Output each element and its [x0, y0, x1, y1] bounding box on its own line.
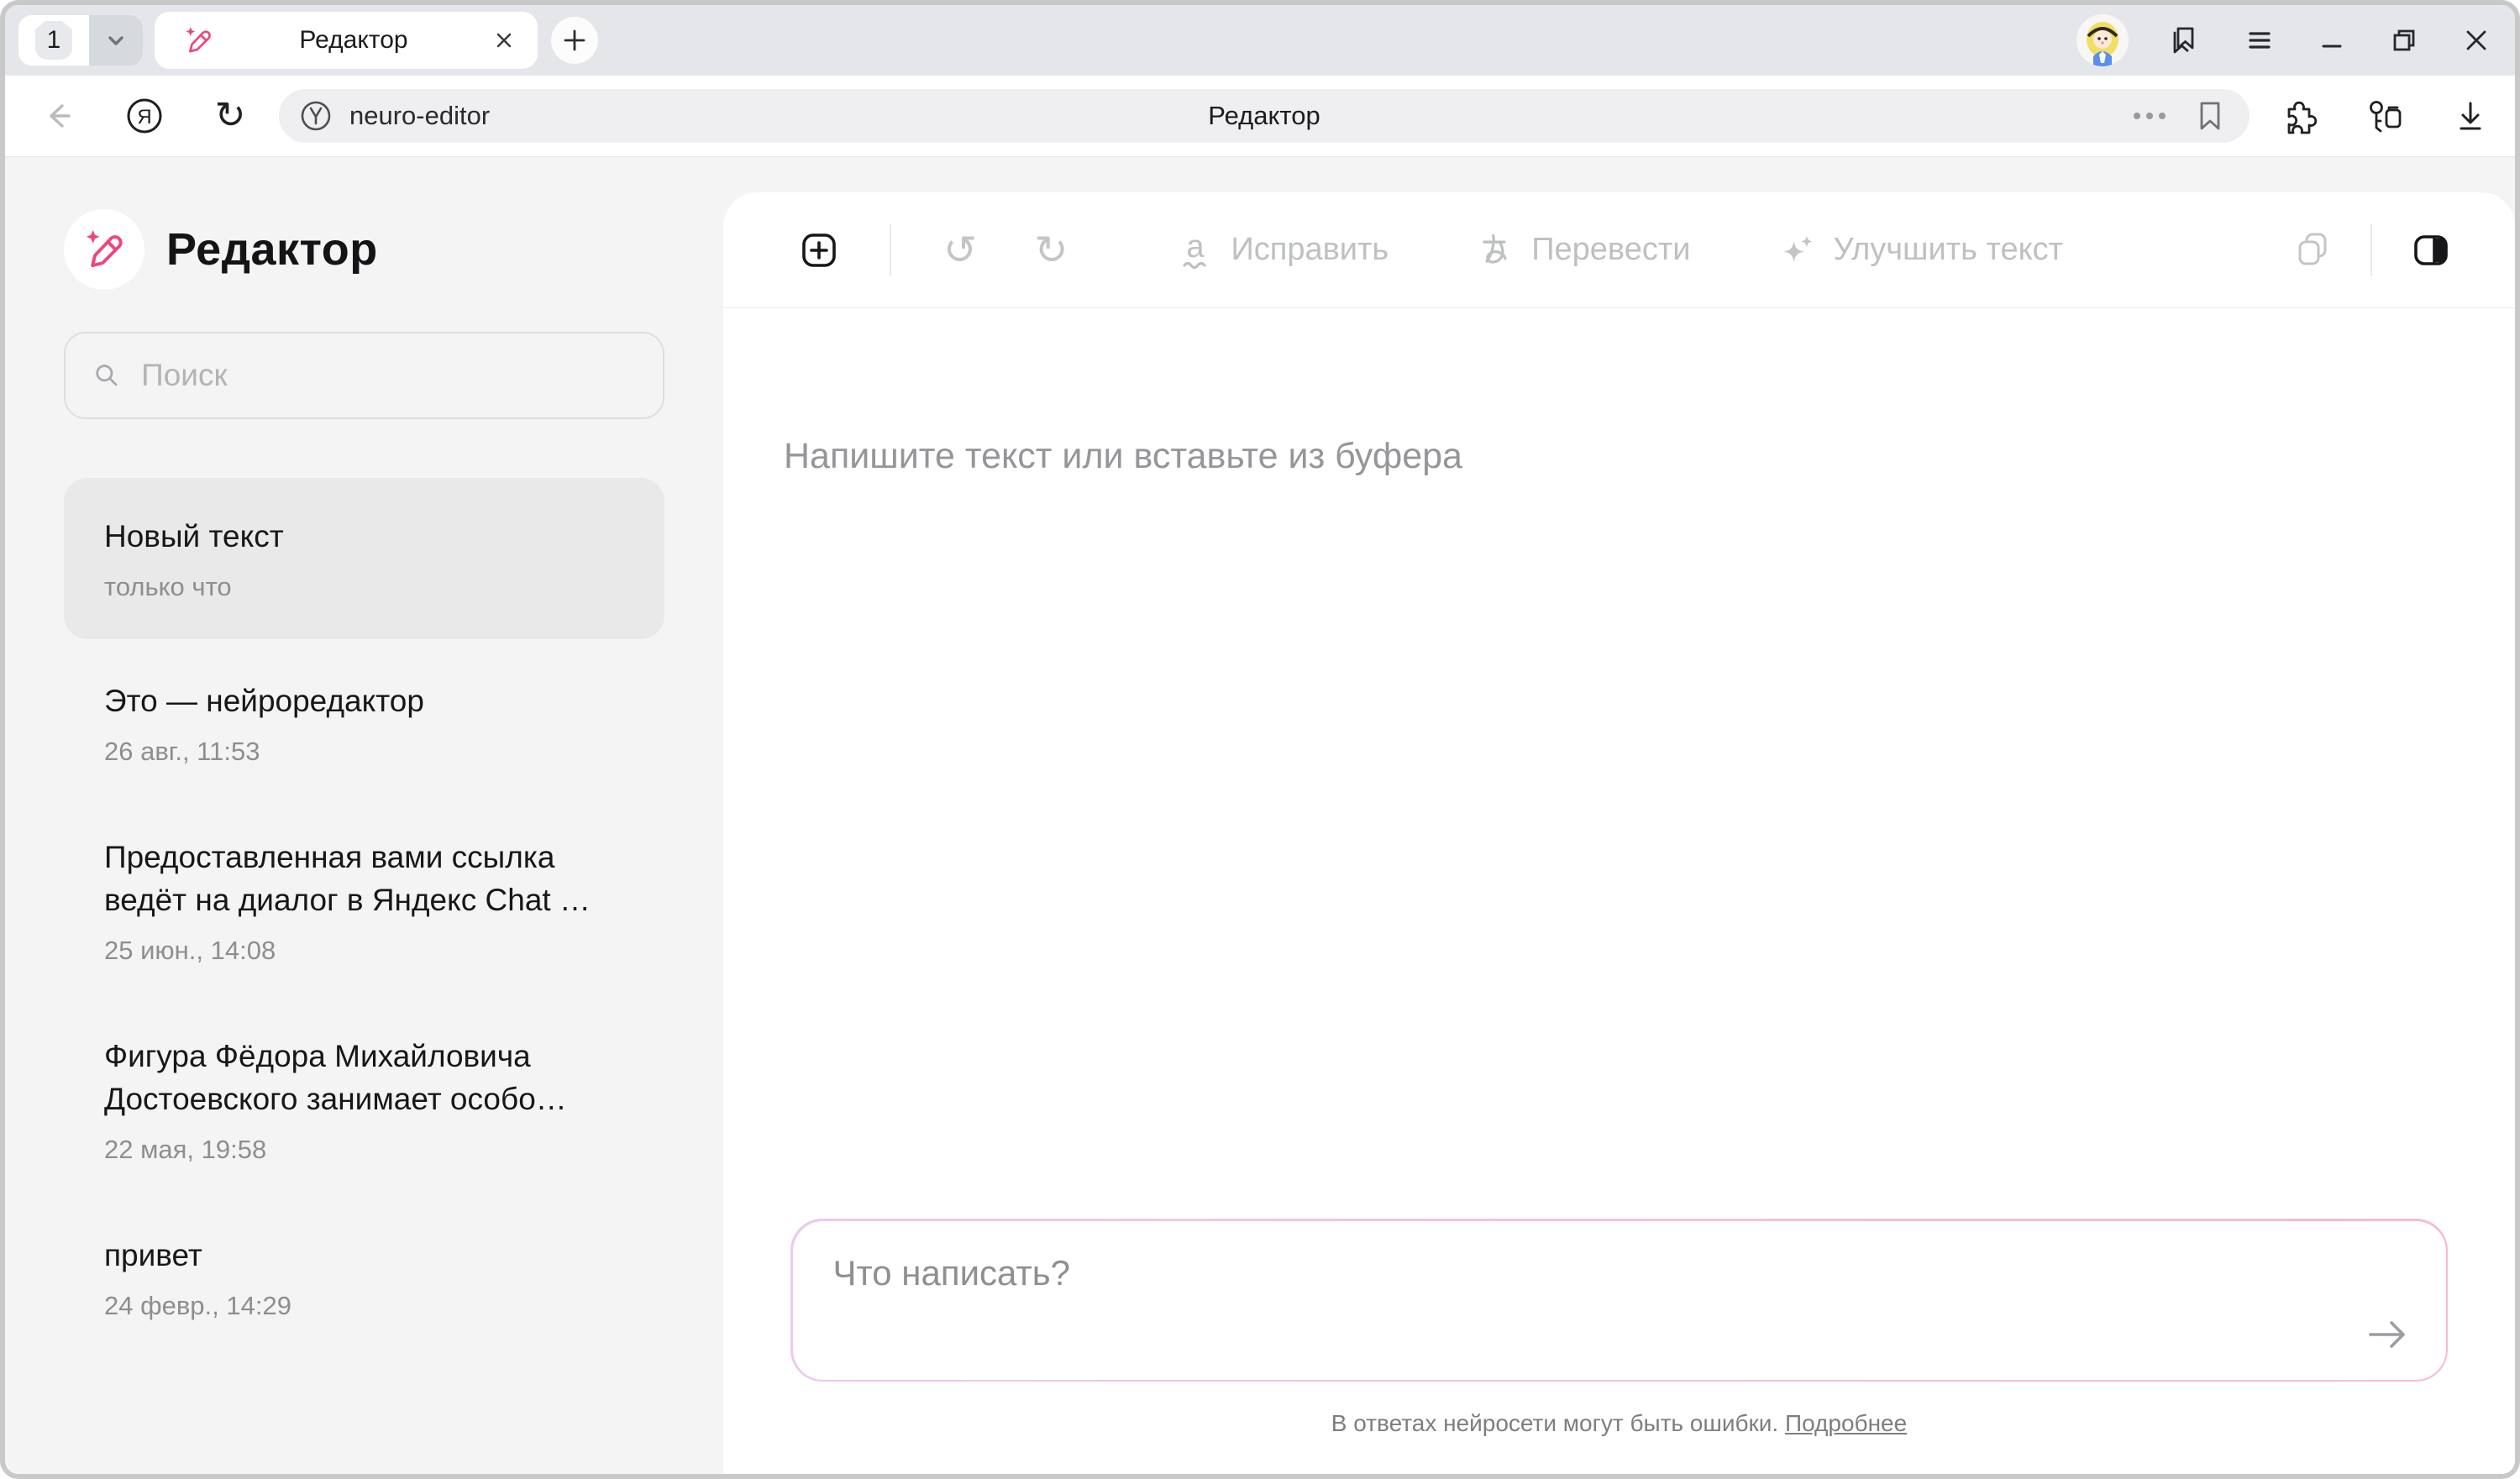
editor-toolbar: ↺ ↻ a Исправить Перевести: [723, 192, 2515, 308]
redo-icon[interactable]: ↻: [1034, 230, 1068, 270]
send-arrow-icon: [2364, 1314, 2411, 1355]
copy-icon[interactable]: [2292, 229, 2334, 271]
search-input[interactable]: [141, 358, 638, 393]
search-box[interactable]: [64, 332, 664, 419]
toolbar-divider: [2370, 224, 2372, 276]
editor-panel: ↺ ↻ a Исправить Перевести: [723, 192, 2515, 1474]
url-text: neuro-editor: [349, 101, 490, 131]
editor-placeholder: Напишите текст или вставьте из буфера: [784, 436, 2454, 477]
new-tab-button[interactable]: [551, 17, 598, 64]
new-document-icon[interactable]: [797, 228, 841, 272]
tab-group-control[interactable]: 1: [18, 15, 143, 66]
close-window-icon[interactable]: [2460, 24, 2493, 57]
tab-close-icon[interactable]: [492, 29, 516, 52]
tab-count-badge: 1: [35, 21, 72, 60]
translate-label: Перевести: [1531, 232, 1690, 268]
bookmark-icon[interactable]: [2194, 98, 2226, 134]
disclaimer-more-link[interactable]: Подробнее: [1785, 1410, 1907, 1436]
tab-group-dropdown[interactable]: [89, 15, 143, 66]
more-icon[interactable]: [2130, 108, 2169, 123]
ai-disclaimer: В ответах нейросети могут быть ошибки. П…: [723, 1410, 2515, 1437]
document-item[interactable]: Это — нейроредактор 26 авг., 11:53: [64, 651, 664, 795]
app-title: Редактор: [166, 223, 378, 275]
improve-text-label: Улучшить текст: [1833, 232, 2063, 268]
yandex-logo-icon: Я: [123, 94, 166, 138]
translate-icon: [1476, 230, 1516, 270]
tab-strip: 1 Редактор: [5, 5, 2515, 76]
disclaimer-text: В ответах нейросети могут быть ошибки.: [1331, 1410, 1778, 1436]
document-time: 25 июн., 14:08: [104, 936, 624, 966]
document-list: Новый текст только что Это — нейроредакт…: [64, 478, 664, 1350]
back-arrow-icon: [40, 97, 77, 134]
search-icon: [91, 358, 123, 393]
reload-icon: ↻: [215, 97, 246, 134]
yandex-home-button[interactable]: Я: [121, 92, 168, 139]
document-item[interactable]: Предоставленная вами ссылка ведёт на диа…: [64, 807, 664, 994]
bookmarks-panel-icon[interactable]: [2167, 22, 2204, 59]
spellcheck-icon: a: [1175, 228, 1215, 272]
svg-text:a: a: [1187, 229, 1205, 265]
downloads-icon[interactable]: [2451, 97, 2490, 135]
prompt-box-border: [790, 1219, 2448, 1382]
minimize-icon[interactable]: [2315, 24, 2349, 57]
app-logo-row: Редактор: [64, 209, 664, 290]
sparkles-icon: [1777, 230, 1818, 270]
document-item[interactable]: Фигура Фёдора Михайловича Достоевского з…: [64, 1006, 664, 1193]
tab-title: Редактор: [215, 26, 492, 55]
browser-menu-icon[interactable]: [2243, 24, 2276, 57]
document-title: Фигура Фёдора Михайловича Достоевского з…: [104, 1035, 624, 1120]
document-title: привет: [104, 1234, 624, 1277]
fix-text-label: Исправить: [1231, 232, 1389, 268]
chevron-down-icon: [103, 28, 129, 53]
sidebar: Редактор Новый текст только что Это — не…: [5, 157, 723, 1474]
plus-icon: [560, 26, 589, 55]
magic-pencil-logo-icon: [80, 225, 129, 274]
document-time: только что: [104, 572, 624, 602]
document-item[interactable]: Новый текст только что: [64, 478, 664, 639]
prompt-box[interactable]: [793, 1221, 2446, 1380]
profile-avatar[interactable]: [2076, 14, 2129, 66]
document-title: Предоставленная вами ссылка ведёт на диа…: [104, 836, 624, 921]
avatar-image: [2076, 14, 2129, 66]
page-title: Редактор: [279, 101, 2250, 131]
app-logo: [64, 209, 144, 290]
send-button[interactable]: [2364, 1311, 2411, 1358]
toolbar-divider: [890, 224, 891, 276]
back-button[interactable]: [35, 92, 82, 139]
improve-text-button[interactable]: Улучшить текст: [1777, 230, 2063, 270]
document-time: 22 мая, 19:58: [104, 1135, 624, 1165]
prompt-input[interactable]: [833, 1253, 2345, 1362]
document-title: Новый текст: [104, 515, 624, 558]
restore-window-icon[interactable]: [2387, 24, 2421, 57]
translate-button[interactable]: Перевести: [1476, 230, 1690, 270]
undo-icon[interactable]: ↺: [943, 230, 977, 270]
document-item[interactable]: привет 24 февр., 14:29: [64, 1205, 664, 1350]
neuro-editor-app: Редактор Новый текст только что Это — не…: [5, 157, 2515, 1474]
extensions-icon[interactable]: [2278, 96, 2318, 136]
tab-counter[interactable]: 1: [18, 15, 89, 66]
address-bar-row: Я ↻ neuro-editor Редактор: [5, 76, 2515, 157]
browser-window: 1 Редактор: [0, 0, 2520, 1479]
document-time: 26 авг., 11:53: [104, 737, 624, 767]
magic-pencil-icon: [181, 24, 215, 57]
address-bar[interactable]: neuro-editor Редактор: [279, 89, 2250, 143]
fix-text-button[interactable]: a Исправить: [1175, 228, 1389, 272]
svg-text:Я: Я: [137, 106, 151, 128]
passwords-icon[interactable]: [2364, 96, 2406, 136]
reload-button[interactable]: ↻: [207, 92, 254, 139]
side-panel-toggle-icon[interactable]: [2409, 230, 2453, 270]
editor-canvas[interactable]: Напишите текст или вставьте из буфера: [723, 308, 2515, 1219]
document-title: Это — нейроредактор: [104, 679, 624, 722]
site-favicon-icon: [297, 97, 334, 134]
document-time: 24 февр., 14:29: [104, 1291, 624, 1321]
active-tab[interactable]: Редактор: [155, 12, 538, 69]
